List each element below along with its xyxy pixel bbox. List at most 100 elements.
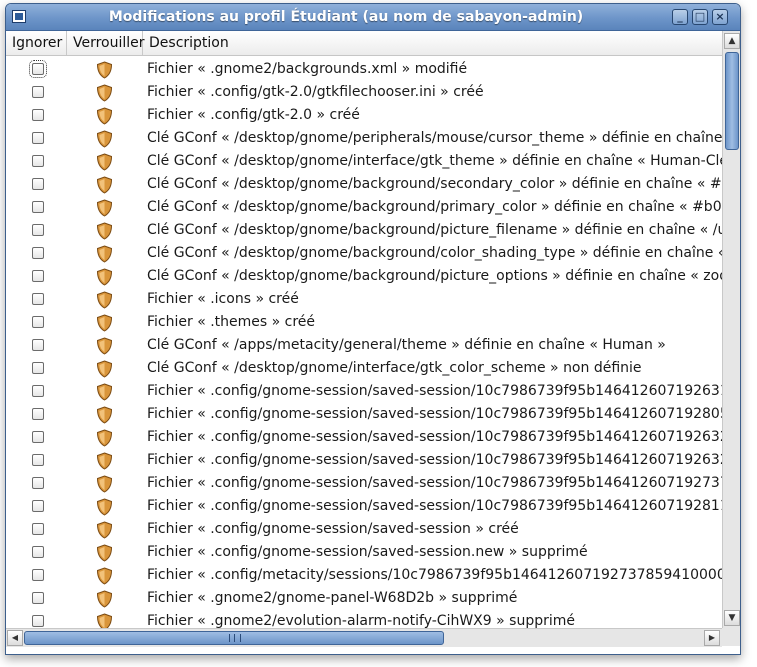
lock-shield-icon[interactable] [96,245,113,263]
ignore-checkbox[interactable] [32,270,44,282]
list-row[interactable]: Clé GConf « /desktop/gnome/background/co… [6,242,722,265]
lock-shield-icon[interactable] [96,360,113,378]
ignore-checkbox[interactable] [32,86,44,98]
ignore-checkbox[interactable] [32,615,44,627]
ignore-checkbox[interactable] [32,201,44,213]
lock-shield-icon[interactable] [96,337,113,355]
ignore-checkbox[interactable] [32,546,44,558]
scroll-down-button[interactable]: ▼ [724,610,740,626]
list-row[interactable]: Fichier « .config/gnome-session/saved-se… [6,380,722,403]
lock-shield-icon[interactable] [96,222,113,240]
row-description: Fichier « .themes » créé [147,314,316,330]
title-bar[interactable]: Modifications au profil Étudiant (au nom… [6,4,740,31]
list-row[interactable]: Fichier « .config/gnome-session/saved-se… [6,449,722,472]
ignore-checkbox[interactable] [32,224,44,236]
list-row[interactable]: Fichier « .config/gnome-session/saved-se… [6,403,722,426]
ignore-checkbox[interactable] [32,408,44,420]
scroll-left-button[interactable]: ◀ [7,630,23,646]
lock-shield-icon[interactable] [96,130,113,148]
column-header-description[interactable]: Description [143,31,722,55]
changes-list[interactable]: Fichier « .gnome2/backgrounds.xml » modi… [6,56,722,628]
vertical-scroll-thumb[interactable] [725,52,739,150]
minimize-button[interactable]: _ [672,9,688,25]
ignore-checkbox[interactable] [32,523,44,535]
row-description: Fichier « .config/gnome-session/saved-se… [147,429,722,445]
row-description: Fichier « .config/gnome-session/saved-se… [147,544,588,560]
list-row[interactable]: Fichier « .gnome2/gnome-panel-W68D2b » s… [6,587,722,610]
column-header-lock[interactable]: Verrouiller [67,31,145,55]
profile-changes-window: Modifications au profil Étudiant (au nom… [5,3,741,655]
ignore-checkbox[interactable] [32,178,44,190]
list-row[interactable]: Fichier « .themes » créé [6,311,722,334]
scroll-right-button[interactable]: ▶ [704,630,720,646]
horizontal-scrollbar[interactable]: ◀ ▶ [6,628,722,647]
ignore-checkbox[interactable] [32,155,44,167]
lock-shield-icon[interactable] [96,590,113,608]
window-menu-icon[interactable] [12,10,26,23]
list-row[interactable]: Fichier « .config/gnome-session/saved-se… [6,541,722,564]
list-row[interactable]: Fichier « .icons » créé [6,288,722,311]
list-row[interactable]: Clé GConf « /apps/metacity/general/theme… [6,334,722,357]
ignore-checkbox[interactable] [32,132,44,144]
lock-shield-icon[interactable] [96,452,113,470]
lock-shield-icon[interactable] [96,613,113,628]
list-row[interactable]: Fichier « .config/gnome-session/saved-se… [6,426,722,449]
lock-shield-icon[interactable] [96,406,113,424]
lock-shield-icon[interactable] [96,291,113,309]
lock-shield-icon[interactable] [96,475,113,493]
ignore-checkbox[interactable] [32,454,44,466]
list-row[interactable]: Fichier « .gnome2/evolution-alarm-notify… [6,610,722,628]
lock-shield-icon[interactable] [96,199,113,217]
ignore-checkbox[interactable] [32,339,44,351]
ignore-checkbox[interactable] [32,385,44,397]
list-row[interactable]: Clé GConf « /desktop/gnome/peripherals/m… [6,127,722,150]
list-row[interactable]: Fichier « .config/gnome-session/saved-se… [6,472,722,495]
list-row[interactable]: Fichier « .config/gtk-2.0 » créé [6,104,722,127]
ignore-checkbox[interactable] [32,362,44,374]
ignore-checkbox[interactable] [32,477,44,489]
list-row[interactable]: Clé GConf « /desktop/gnome/interface/gtk… [6,150,722,173]
list-row[interactable]: Clé GConf « /desktop/gnome/background/pi… [6,265,722,288]
ignore-checkbox[interactable] [32,431,44,443]
list-row[interactable]: Fichier « .gnome2/backgrounds.xml » modi… [6,58,722,81]
row-description: Clé GConf « /desktop/gnome/background/se… [147,176,722,192]
lock-shield-icon[interactable] [96,153,113,171]
lock-shield-icon[interactable] [96,544,113,562]
row-description: Fichier « .config/metacity/sessions/10c7… [147,567,722,583]
ignore-checkbox[interactable] [32,569,44,581]
horizontal-scroll-thumb[interactable] [24,631,444,645]
lock-shield-icon[interactable] [96,107,113,125]
ignore-checkbox[interactable] [32,500,44,512]
ignore-checkbox[interactable] [32,293,44,305]
vertical-scrollbar[interactable]: ▲ ▼ [722,31,740,628]
lock-shield-icon[interactable] [96,383,113,401]
lock-shield-icon[interactable] [96,567,113,585]
lock-shield-icon[interactable] [96,84,113,102]
ignore-checkbox[interactable] [32,109,44,121]
lock-shield-icon[interactable] [96,314,113,332]
ignore-checkbox[interactable] [32,592,44,604]
lock-shield-icon[interactable] [96,498,113,516]
lock-shield-icon[interactable] [96,176,113,194]
list-row[interactable]: Fichier « .config/metacity/sessions/10c7… [6,564,722,587]
lock-shield-icon[interactable] [96,61,113,79]
list-row[interactable]: Clé GConf « /desktop/gnome/background/pr… [6,196,722,219]
ignore-checkbox[interactable] [32,316,44,328]
row-description: Fichier « .config/gnome-session/saved-se… [147,498,722,514]
list-row[interactable]: Fichier « .config/gnome-session/saved-se… [6,518,722,541]
maximize-button[interactable]: □ [692,9,708,25]
lock-shield-icon[interactable] [96,268,113,286]
scroll-up-button[interactable]: ▲ [724,33,740,49]
list-row[interactable]: Fichier « .config/gnome-session/saved-se… [6,495,722,518]
list-row[interactable]: Fichier « .config/gtk-2.0/gtkfilechooser… [6,81,722,104]
list-row[interactable]: Clé GConf « /desktop/gnome/interface/gtk… [6,357,722,380]
column-header-ignore[interactable]: Ignorer [6,31,67,55]
ignore-checkbox[interactable] [29,60,47,78]
close-button[interactable]: × [712,9,728,25]
lock-shield-icon[interactable] [96,429,113,447]
list-row[interactable]: Clé GConf « /desktop/gnome/background/pi… [6,219,722,242]
ignore-checkbox[interactable] [32,247,44,259]
lock-shield-icon[interactable] [96,521,113,539]
list-row[interactable]: Clé GConf « /desktop/gnome/background/se… [6,173,722,196]
row-description: Fichier « .config/gnome-session/saved-se… [147,521,519,537]
